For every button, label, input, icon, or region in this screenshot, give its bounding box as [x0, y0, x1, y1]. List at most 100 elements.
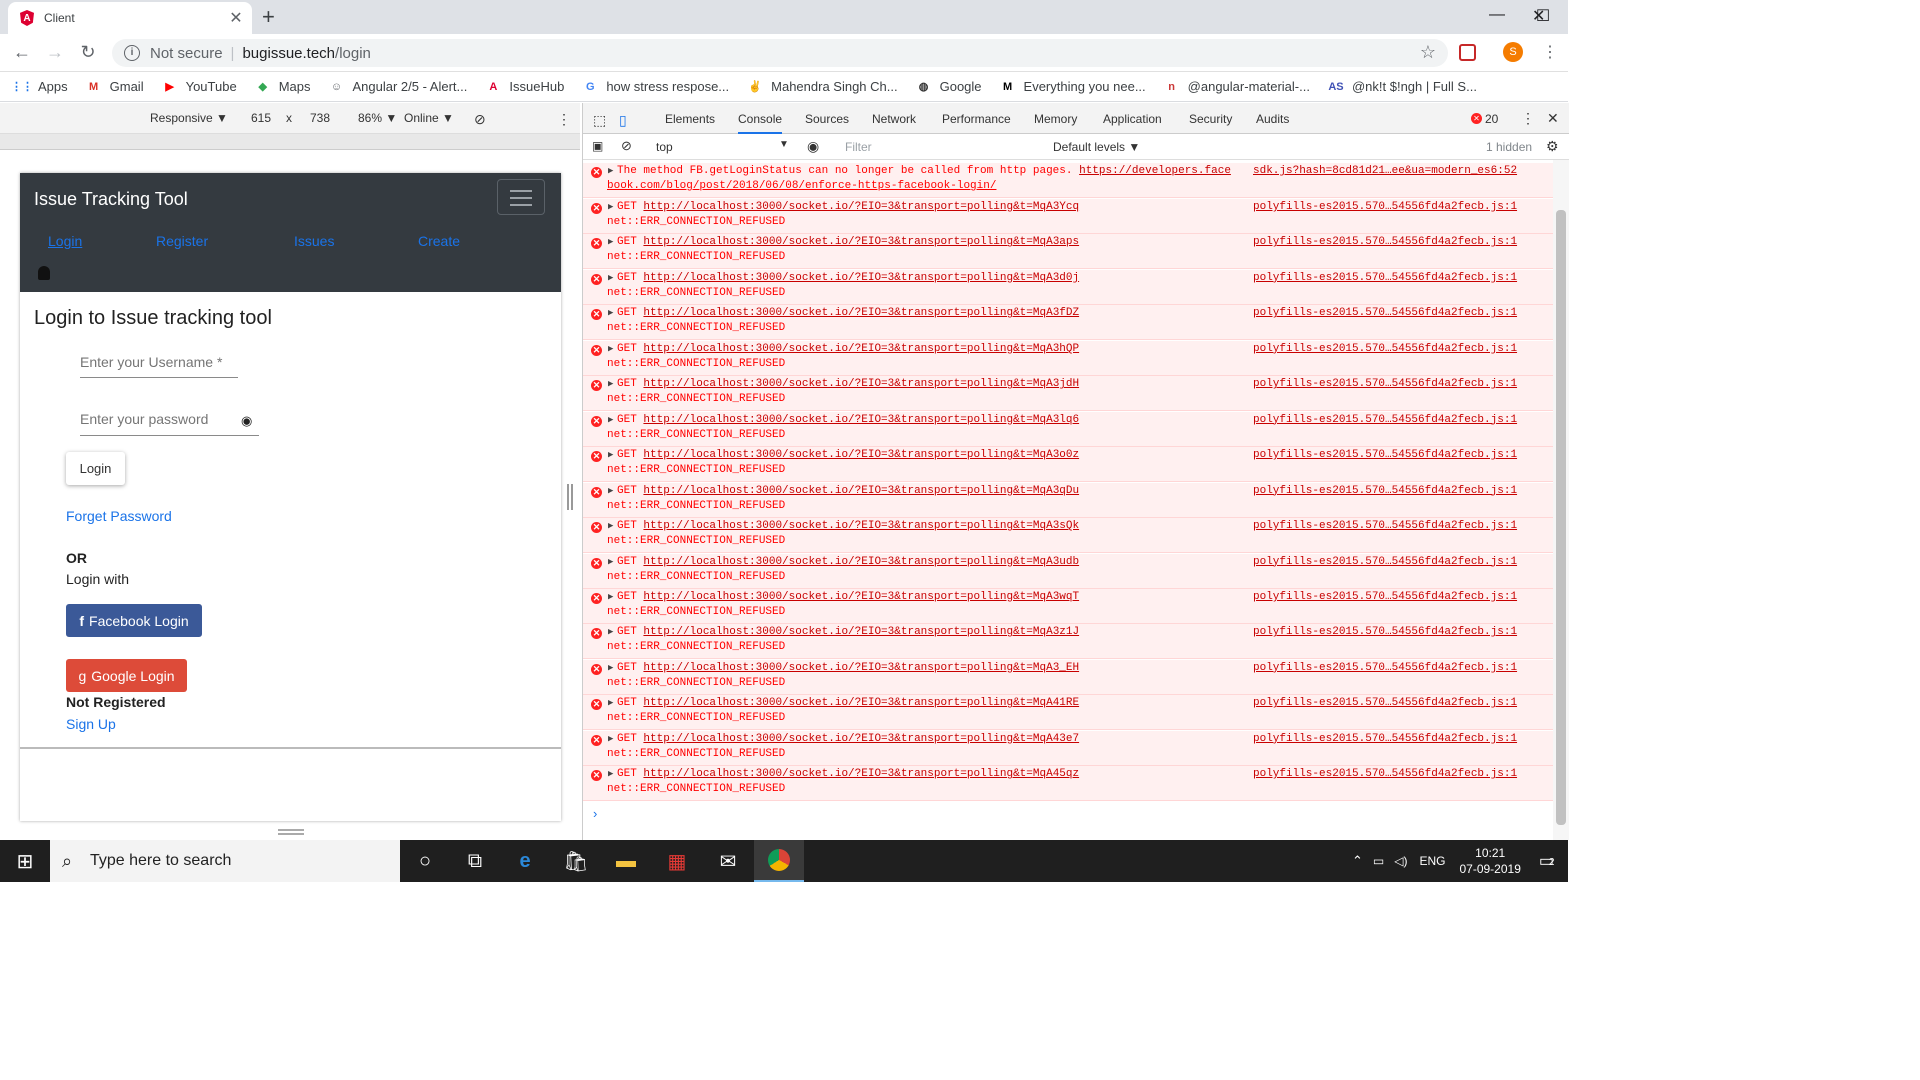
expand-triangle-icon[interactable]: ▶: [608, 237, 613, 247]
gift-app-icon[interactable]: ▦: [652, 840, 702, 882]
expand-triangle-icon[interactable]: ▶: [608, 698, 613, 708]
expand-triangle-icon[interactable]: ▶: [608, 273, 613, 283]
tab-audits[interactable]: Audits: [1256, 112, 1289, 126]
bookmark-item[interactable]: AS @nk!t $!ngh | Full S...: [1328, 79, 1477, 95]
google-login-button[interactable]: g Google Login: [66, 659, 187, 692]
request-url-link[interactable]: http://localhost:3000/socket.io/?EIO=3&t…: [643, 626, 1079, 638]
tab-elements[interactable]: Elements: [665, 112, 715, 126]
request-url-link[interactable]: http://localhost:3000/socket.io/?EIO=3&t…: [643, 343, 1079, 355]
facebook-login-button[interactable]: f Facebook Login: [66, 604, 202, 637]
console-error-row[interactable]: ✕ ▶ GET http://localhost:3000/socket.io/?E…: [583, 269, 1553, 305]
nav-login-link[interactable]: Login: [48, 233, 82, 249]
bookmark-item[interactable]: Ghow stress respose...: [582, 79, 729, 95]
bookmark-item[interactable]: ✌ Mahendra Singh Ch...: [747, 79, 897, 95]
password-field[interactable]: Enter your password ◉: [80, 411, 259, 436]
console-error-row[interactable]: ✕ ▶ GET http://localhost:3000/socket.io/?E…: [583, 553, 1553, 589]
console-error-row[interactable]: ✕ ▶ GET http://localhost:3000/socket.io/?E…: [583, 305, 1553, 341]
fb-docs-link-cont[interactable]: book.com/blog/post/2018/06/08/enforce-ht…: [607, 180, 996, 192]
context-dropdown-icon[interactable]: ▼: [779, 139, 789, 150]
request-url-link[interactable]: http://localhost:3000/socket.io/?EIO=3&t…: [643, 768, 1079, 780]
console-error-row[interactable]: ✕ ▶ GET http://localhost:3000/socket.io/?E…: [583, 447, 1553, 483]
expand-triangle-icon[interactable]: ▶: [608, 486, 613, 496]
profile-avatar[interactable]: S: [1503, 42, 1523, 62]
bookmark-item[interactable]: ☺ Angular 2/5 - Alert...: [328, 79, 468, 95]
device-width-input[interactable]: 615: [251, 111, 271, 125]
login-button[interactable]: Login: [66, 452, 125, 485]
network-icon[interactable]: ▭: [1373, 854, 1384, 868]
volume-icon[interactable]: ◁): [1394, 854, 1407, 868]
log-source-link[interactable]: polyfills-es2015.570…54556fd4a2fecb.js:1: [1253, 485, 1517, 497]
sign-up-link[interactable]: Sign Up: [66, 716, 116, 732]
log-source-link[interactable]: polyfills-es2015.570…54556fd4a2fecb.js:1: [1253, 378, 1517, 390]
zoom-select[interactable]: 86% ▼: [358, 111, 397, 125]
chrome-menu-icon[interactable]: ⋮: [1542, 42, 1558, 62]
notification-bell-icon[interactable]: [38, 266, 50, 280]
pocket-extension-icon[interactable]: [1459, 44, 1476, 61]
request-url-link[interactable]: http://localhost:3000/socket.io/?EIO=3&t…: [643, 520, 1079, 532]
expand-triangle-icon[interactable]: ▶: [608, 557, 613, 567]
bottom-resize-handle[interactable]: [278, 829, 304, 835]
tab-performance[interactable]: Performance: [942, 112, 1011, 126]
tab-application[interactable]: Application: [1103, 112, 1162, 126]
console-error-row[interactable]: ✕ ▶ GET http://localhost:3000/socket.io/?E…: [583, 518, 1553, 554]
request-url-link[interactable]: http://localhost:3000/socket.io/?EIO=3&t…: [643, 591, 1079, 603]
bookmark-star-icon[interactable]: ☆: [1420, 42, 1436, 63]
console-error-row[interactable]: ✕ ▶ GET http://localhost:3000/socket.io/?E…: [583, 340, 1553, 376]
log-source-link[interactable]: polyfills-es2015.570…54556fd4a2fecb.js:1: [1253, 768, 1517, 780]
log-source-link[interactable]: polyfills-es2015.570…54556fd4a2fecb.js:1: [1253, 343, 1517, 355]
inspect-element-icon[interactable]: ⬚: [593, 112, 606, 129]
windows-start-icon[interactable]: ⊞: [0, 840, 50, 882]
info-icon[interactable]: i: [124, 45, 140, 61]
console-prompt[interactable]: ›: [593, 806, 597, 821]
expand-triangle-icon[interactable]: ▶: [608, 415, 613, 425]
expand-triangle-icon[interactable]: ▶: [608, 450, 613, 460]
request-url-link[interactable]: http://localhost:3000/socket.io/?EIO=3&t…: [643, 414, 1079, 426]
log-source-link[interactable]: polyfills-es2015.570…54556fd4a2fecb.js:1: [1253, 626, 1517, 638]
device-toggle-icon[interactable]: ▯: [619, 112, 627, 129]
expand-triangle-icon[interactable]: ▶: [608, 769, 613, 779]
expand-triangle-icon[interactable]: ▶: [608, 627, 613, 637]
expand-triangle-icon[interactable]: ▶: [608, 344, 613, 354]
bookmark-item[interactable]: ▶ YouTube: [162, 79, 236, 95]
log-source-link[interactable]: polyfills-es2015.570…54556fd4a2fecb.js:1: [1253, 697, 1517, 709]
log-source-link[interactable]: polyfills-es2015.570…54556fd4a2fecb.js:1: [1253, 201, 1517, 213]
clock[interactable]: 10:21 07-09-2019: [1459, 845, 1520, 877]
network-throttle-select[interactable]: Online ▼: [404, 111, 454, 125]
fb-docs-link[interactable]: https://developers.face: [1079, 165, 1231, 177]
chrome-taskbar-icon[interactable]: [754, 840, 804, 882]
live-expression-eye-icon[interactable]: ◉: [807, 138, 819, 155]
console-error-row[interactable]: ✕ ▶ GET http://localhost:3000/socket.io/?E…: [583, 695, 1553, 731]
nav-issues-link[interactable]: Issues: [294, 233, 334, 249]
expand-triangle-icon[interactable]: ▶: [608, 592, 613, 602]
log-source-link[interactable]: polyfills-es2015.570…54556fd4a2fecb.js:1: [1253, 662, 1517, 674]
clear-console-icon[interactable]: ⊘: [621, 138, 632, 154]
side-resize-handle[interactable]: [567, 484, 573, 510]
navbar-brand[interactable]: Issue Tracking Tool: [34, 189, 188, 210]
log-source-link[interactable]: polyfills-es2015.570…54556fd4a2fecb.js:1: [1253, 733, 1517, 745]
reload-icon[interactable]: ↻: [76, 42, 100, 63]
task-view-icon[interactable]: ⧉: [450, 840, 500, 882]
expand-triangle-icon[interactable]: ▶: [608, 308, 613, 318]
security-label[interactable]: Not secure: [150, 45, 223, 62]
console-error-row[interactable]: ✕ ▶ GET http://localhost:3000/socket.io/?E…: [583, 730, 1553, 766]
error-count[interactable]: 20: [1485, 112, 1498, 126]
device-menu-icon[interactable]: ⋮: [557, 111, 571, 128]
store-icon[interactable]: 🛍: [551, 840, 601, 882]
console-error-row[interactable]: ✕ ▶ GET http://localhost:3000/socket.io/?E…: [583, 588, 1553, 624]
log-source-link[interactable]: polyfills-es2015.570…54556fd4a2fecb.js:1: [1253, 272, 1517, 284]
cortana-icon[interactable]: ○: [400, 840, 450, 882]
log-source-link[interactable]: polyfills-es2015.570…54556fd4a2fecb.js:1: [1253, 520, 1517, 532]
username-field[interactable]: Enter your Username *: [80, 354, 238, 378]
devtools-menu-icon[interactable]: ⋮: [1521, 110, 1535, 127]
mail-icon[interactable]: ✉: [703, 840, 753, 882]
tab-security[interactable]: Security: [1189, 112, 1232, 126]
device-mode-select[interactable]: Responsive ▼: [150, 111, 228, 125]
language-indicator[interactable]: ENG: [1419, 854, 1445, 868]
log-source-link[interactable]: polyfills-es2015.570…54556fd4a2fecb.js:1: [1253, 591, 1517, 603]
rotate-icon[interactable]: ⊘: [474, 111, 486, 128]
request-url-link[interactable]: http://localhost:3000/socket.io/?EIO=3&t…: [643, 697, 1079, 709]
log-source-link[interactable]: sdk.js?hash=8cd81d21…ee&ua=modern_es6:52: [1253, 165, 1517, 177]
console-error-row[interactable]: ✕ ▶ GET http://localhost:3000/socket.io/?E…: [583, 234, 1553, 270]
file-explorer-icon[interactable]: ▬: [601, 840, 651, 882]
console-error-row[interactable]: ✕ ▶ GET http://localhost:3000/socket.io/?E…: [583, 624, 1553, 660]
